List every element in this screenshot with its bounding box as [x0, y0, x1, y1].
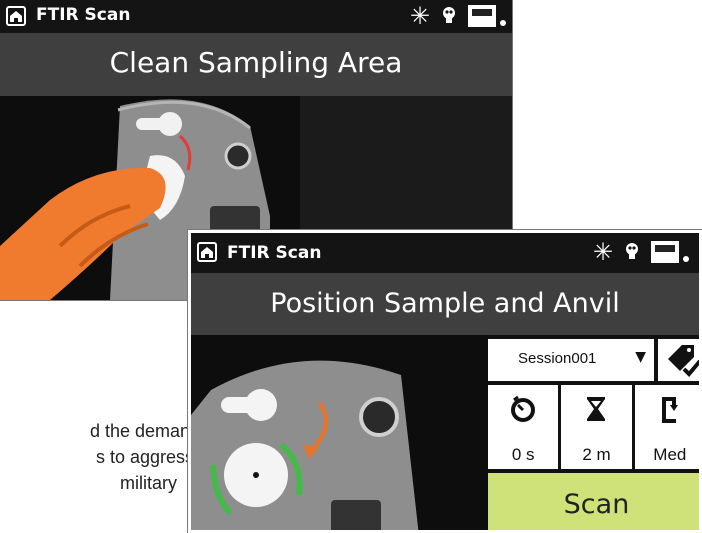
force-icon: [661, 397, 678, 423]
sample-anvil-illustration: [191, 335, 488, 530]
tag-check-icon: [668, 345, 699, 377]
delay-value: 0 s: [511, 445, 535, 464]
session-select[interactable]: Session001 ▼: [488, 339, 654, 381]
session-value: Session001: [518, 350, 597, 367]
tag-button[interactable]: [658, 339, 699, 381]
laser-icon: ✳: [409, 2, 430, 30]
battery-icon: [468, 5, 496, 27]
home-icon[interactable]: [197, 242, 217, 262]
timer-icon: [511, 395, 536, 422]
hourglass-icon: [587, 397, 606, 421]
instruction-banner: Position Sample and Anvil: [191, 273, 699, 335]
position-sample-screen: FTIR Scan ✳ Position Sample and Anvil Se…: [188, 230, 702, 533]
duration-setting[interactable]: 2 m: [561, 385, 632, 469]
instruction-banner: Clean Sampling Area: [0, 33, 512, 96]
bulb-icon: [442, 6, 456, 26]
duration-value: 2 m: [582, 445, 611, 464]
indicator-dot-icon: [500, 20, 506, 26]
top-bar: FTIR Scan ✳: [0, 0, 512, 33]
force-value: Med: [653, 445, 687, 464]
battery-icon: [651, 241, 679, 263]
app-title: FTIR Scan: [227, 243, 322, 263]
top-bar: FTIR Scan ✳: [191, 233, 699, 273]
scan-controls-panel: Session001 ▼ 0 s 2 m Med Scan: [488, 335, 699, 530]
indicator-dot-icon: [683, 256, 689, 262]
home-icon[interactable]: [6, 6, 26, 26]
chevron-down-icon: ▼: [635, 349, 646, 365]
force-setting[interactable]: Med: [634, 385, 699, 469]
scan-button[interactable]: Scan: [488, 473, 699, 530]
bulb-icon: [625, 242, 639, 262]
laser-icon: ✳: [592, 238, 613, 266]
delay-setting[interactable]: 0 s: [488, 385, 559, 469]
app-title: FTIR Scan: [36, 5, 131, 25]
